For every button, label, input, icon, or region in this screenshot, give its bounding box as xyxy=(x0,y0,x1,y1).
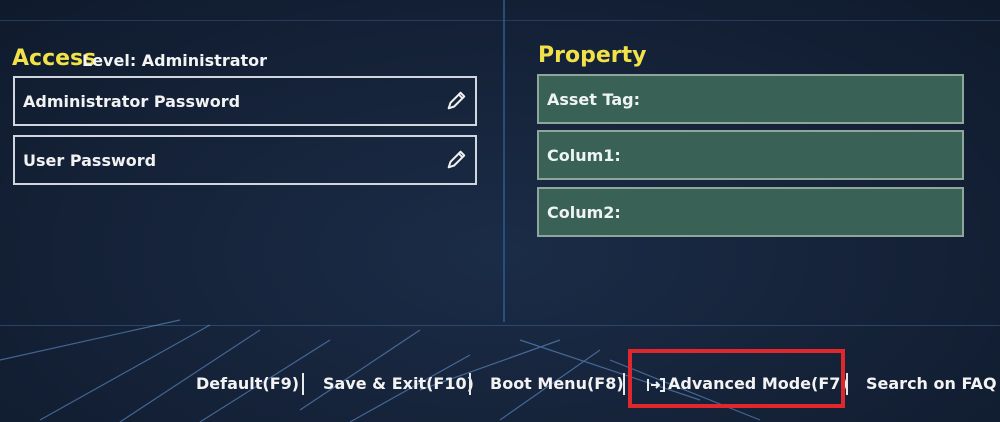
administrator-password-label: Administrator Password xyxy=(23,91,241,111)
search-faq-button[interactable]: Search on FAQ xyxy=(866,374,997,393)
default-button[interactable]: Default(F9) xyxy=(196,374,299,393)
boot-menu-button[interactable]: Boot Menu(F8) xyxy=(490,374,624,393)
vertical-divider xyxy=(503,0,505,322)
user-password-field[interactable]: User Password xyxy=(13,135,477,185)
save-exit-button[interactable]: Save & Exit(F10) xyxy=(323,374,474,393)
bottom-hotkey-bar: Default(F9) Save & Exit(F10) Boot Menu(F… xyxy=(0,365,1000,405)
separator xyxy=(846,373,848,395)
asset-tag-field[interactable]: Asset Tag: xyxy=(537,74,964,124)
access-level-text: Level: Administrator xyxy=(82,51,268,70)
bottom-divider xyxy=(0,325,1000,326)
property-title: Property xyxy=(538,43,647,68)
pencil-icon[interactable] xyxy=(445,90,467,112)
administrator-password-field[interactable]: Administrator Password xyxy=(13,76,477,126)
pencil-icon[interactable] xyxy=(445,149,467,171)
colum1-field[interactable]: Colum1: xyxy=(537,130,964,180)
user-password-label: User Password xyxy=(23,150,157,170)
colum1-label: Colum1: xyxy=(547,145,621,165)
asset-tag-label: Asset Tag: xyxy=(547,89,640,109)
top-divider xyxy=(0,20,1000,21)
separator xyxy=(623,373,625,395)
separator xyxy=(302,373,304,395)
advanced-mode-highlight-box xyxy=(628,349,845,408)
colum2-label: Colum2: xyxy=(547,202,621,222)
colum2-field[interactable]: Colum2: xyxy=(537,187,964,237)
separator xyxy=(469,373,471,395)
